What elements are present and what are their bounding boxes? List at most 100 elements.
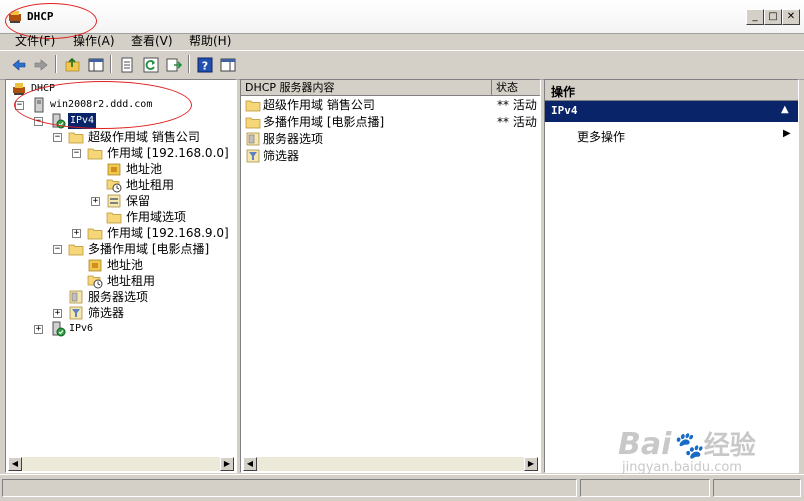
- dhcp-app-icon: [9, 11, 21, 23]
- show-hide-tree-icon: [88, 58, 104, 72]
- dhcp-root-icon: [13, 83, 25, 95]
- scroll-left-arrow-icon[interactable]: ◀: [8, 457, 22, 471]
- server-options-icon: [69, 290, 83, 304]
- menu-view[interactable]: 查看(V): [131, 32, 173, 49]
- maximize-button[interactable]: □: [764, 9, 782, 25]
- collapse-toggle[interactable]: −: [53, 245, 62, 254]
- column-header-content[interactable]: DHCP 服务器内容: [241, 80, 492, 96]
- expand-toggle[interactable]: +: [34, 325, 43, 334]
- up-one-level-button[interactable]: [62, 54, 84, 76]
- list-item[interactable]: 多播作用域 [电影点播] ** 活动: [244, 114, 539, 130]
- address-pool-icon: [107, 163, 121, 176]
- show-hide-action-pane-icon: [220, 58, 236, 72]
- status-cell-main: [2, 479, 577, 497]
- tree-label-scope-options: 作用域选项: [126, 210, 187, 224]
- reservations-icon: [107, 194, 121, 208]
- tree-label-leases: 地址租用: [126, 178, 175, 192]
- close-button[interactable]: ✕: [782, 9, 800, 25]
- tree-label-reservations: 保留: [126, 194, 151, 208]
- collapse-toggle[interactable]: −: [15, 101, 24, 110]
- forward-button[interactable]: [30, 54, 52, 76]
- watermark-brand: Bai🐾经验: [618, 427, 756, 462]
- status-bar: [0, 474, 804, 501]
- forward-arrow-icon: [34, 59, 48, 71]
- list-pane: DHCP 服务器内容 状态 超级作用域 销售公司 ** 活动 多播作用域 [电影…: [240, 79, 541, 473]
- properties-icon: [121, 57, 133, 73]
- title-bar: DHCP _ □ ✕: [0, 0, 804, 34]
- minimize-button[interactable]: _: [746, 9, 764, 25]
- folder-icon: [245, 117, 261, 129]
- filter-icon: [69, 306, 83, 320]
- help-icon: ?: [197, 57, 213, 73]
- list-item-name: 筛选器: [263, 149, 300, 163]
- address-leases-icon: [87, 275, 103, 289]
- action-section-ipv4[interactable]: IPv4 ▲: [545, 101, 798, 122]
- tree-pane: DHCP − win2008r2.ddd.com − IPv4 − 超级作用域 …: [5, 79, 237, 473]
- list-horizontal-scrollbar[interactable]: ◀ ▶: [243, 457, 538, 471]
- svg-text:?: ?: [202, 60, 208, 73]
- ipv6-icon: [52, 321, 66, 337]
- action-pane: 操作 IPv4 ▲ 更多操作 ▶: [544, 79, 799, 473]
- list-item-name: 超级作用域 销售公司: [263, 98, 375, 112]
- folder-icon: [87, 228, 103, 240]
- export-list-button[interactable]: [163, 54, 185, 76]
- action-pane-header: 操作: [545, 80, 798, 101]
- tree-label-filters: 筛选器: [88, 306, 125, 320]
- menu-help[interactable]: 帮助(H): [189, 32, 231, 49]
- tree-label-superscope: 超级作用域 销售公司: [88, 130, 200, 144]
- show-hide-action-pane-button[interactable]: [217, 54, 239, 76]
- back-arrow-icon: [12, 59, 26, 71]
- help-button[interactable]: ?: [194, 54, 216, 76]
- ipv4-icon: [52, 113, 66, 129]
- toolbar: ?: [0, 50, 804, 80]
- menu-action[interactable]: 操作(A): [73, 32, 115, 49]
- address-leases-icon: [106, 179, 122, 193]
- back-button[interactable]: [8, 54, 30, 76]
- menu-file[interactable]: 文件(F): [15, 32, 55, 49]
- properties-button[interactable]: [116, 54, 138, 76]
- collapse-toggle[interactable]: −: [53, 133, 62, 142]
- scroll-right-arrow-icon[interactable]: ▶: [220, 457, 234, 471]
- tree-label-pool: 地址池: [126, 162, 163, 176]
- collapse-toggle[interactable]: −: [34, 117, 43, 126]
- more-actions-item[interactable]: 更多操作 ▶: [545, 128, 798, 146]
- watermark-url: jingyan.baidu.com: [622, 460, 742, 475]
- window-title: DHCP: [27, 10, 54, 23]
- scroll-left-arrow-icon[interactable]: ◀: [243, 457, 257, 471]
- folder-icon: [245, 100, 261, 112]
- action-pane-title: 操作: [551, 85, 576, 99]
- expand-toggle[interactable]: +: [91, 197, 100, 206]
- collapse-toggle[interactable]: −: [72, 149, 81, 158]
- tree-label-mc-leases: 地址租用: [107, 274, 156, 288]
- list-item-name: 服务器选项: [263, 132, 324, 146]
- list-item[interactable]: 超级作用域 销售公司 ** 活动: [244, 97, 539, 113]
- refresh-button[interactable]: [140, 54, 162, 76]
- scroll-right-arrow-icon[interactable]: ▶: [524, 457, 538, 471]
- menu-bar: 文件(F) 操作(A) 查看(V) 帮助(H): [0, 31, 804, 49]
- submenu-arrow-icon: ▶: [783, 128, 791, 139]
- expand-toggle[interactable]: +: [53, 309, 62, 318]
- tree-horizontal-scrollbar[interactable]: ◀ ▶: [8, 457, 234, 471]
- folder-icon: [106, 212, 122, 224]
- tree-label-server-options: 服务器选项: [88, 290, 149, 304]
- server-options-icon: [246, 132, 260, 146]
- expand-toggle[interactable]: +: [72, 229, 81, 238]
- collapse-up-icon[interactable]: ▲: [781, 104, 789, 115]
- column-header-status[interactable]: 状态: [492, 80, 540, 96]
- folder-icon: [87, 148, 103, 160]
- tree-label-multicast: 多播作用域 [电影点播]: [88, 242, 210, 256]
- show-hide-tree-button[interactable]: [85, 54, 107, 76]
- filter-icon: [246, 149, 260, 163]
- folder-icon: [68, 244, 84, 256]
- list-item[interactable]: 筛选器: [244, 148, 539, 164]
- more-actions-label: 更多操作: [577, 130, 626, 144]
- list-item[interactable]: 服务器选项: [244, 131, 539, 147]
- tree-label-scope2: 作用域 [192.168.9.0]: [107, 226, 229, 240]
- list-item-status: ** 活动: [497, 115, 537, 129]
- tree-label-ipv6: IPv6: [69, 323, 94, 334]
- status-cell-middle: [580, 479, 710, 497]
- address-pool-icon: [88, 259, 102, 272]
- folder-icon: [68, 132, 84, 144]
- tree-label-ipv4: IPv4: [68, 113, 97, 129]
- export-list-icon: [166, 58, 182, 72]
